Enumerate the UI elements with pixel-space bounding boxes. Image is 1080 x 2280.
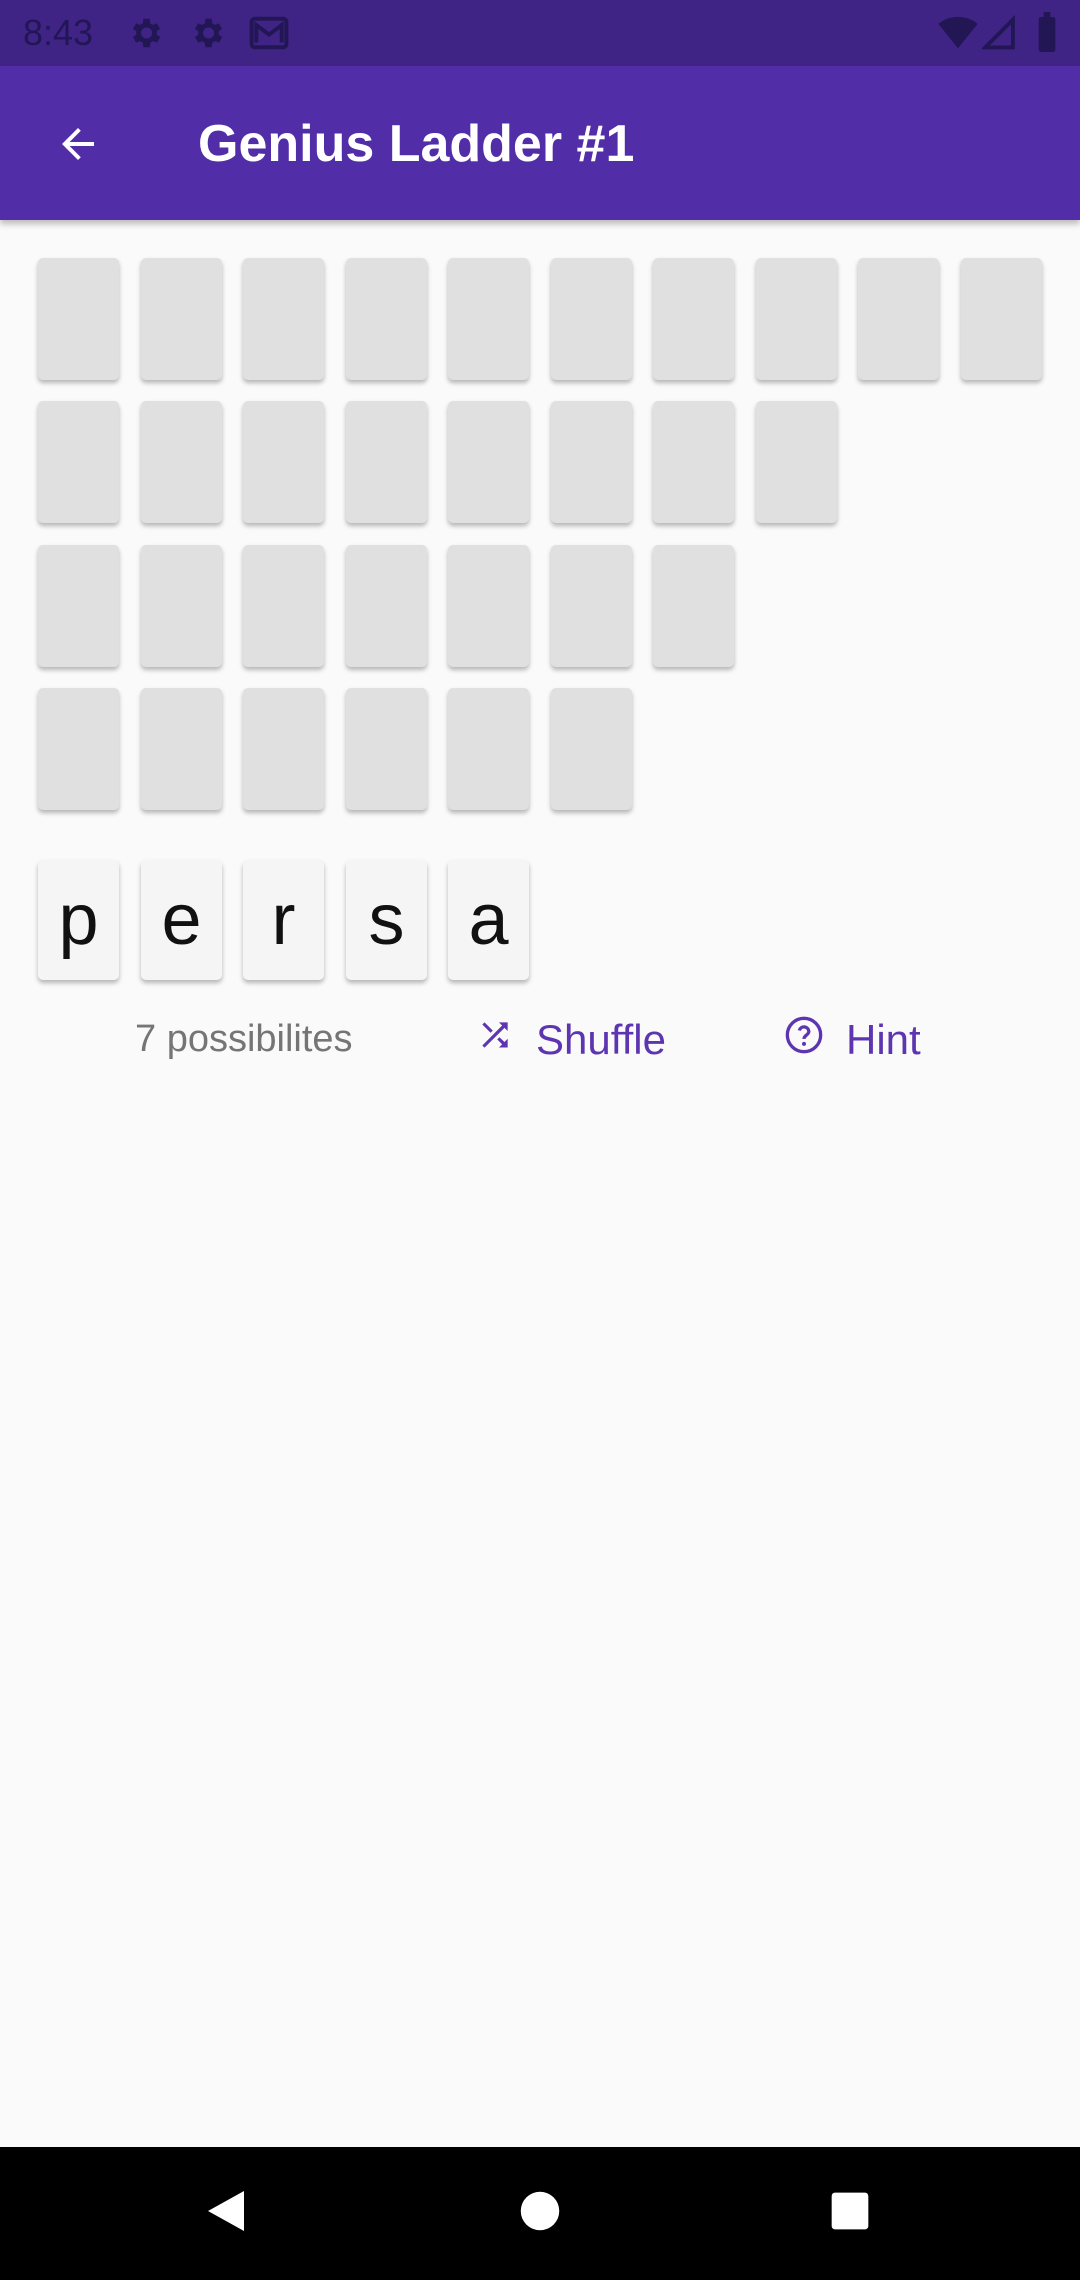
back-button[interactable]: [38, 106, 118, 186]
recents-square-icon: [830, 2191, 870, 2236]
possibilities-count: 7 possibilites: [135, 1018, 353, 1060]
back-triangle-icon: [204, 2187, 248, 2240]
empty-tile: [961, 258, 1042, 380]
signal-icon: [980, 14, 1016, 55]
wifi-icon: [938, 14, 978, 55]
system-nav-bar: [0, 2147, 1080, 2280]
arrow-back-icon: [54, 120, 102, 173]
empty-tile: [346, 258, 427, 380]
shuffle-label: Shuffle: [536, 1016, 666, 1063]
empty-tile: [38, 688, 119, 810]
status-bar: 8:43: [0, 0, 1080, 66]
app-bar: Genius Ladder #1: [0, 66, 1080, 220]
nav-home-button[interactable]: [460, 2147, 620, 2280]
empty-tile: [38, 258, 119, 380]
help-circle-icon: [784, 1015, 846, 1065]
empty-tile: [243, 688, 324, 810]
empty-tile: [141, 401, 222, 523]
empty-tile: [141, 545, 222, 667]
empty-tile: [141, 258, 222, 380]
gear-icon: [188, 14, 226, 57]
empty-tile: [551, 688, 632, 810]
hint-label: Hint: [846, 1016, 921, 1063]
empty-tile: [858, 258, 939, 380]
empty-tile: [653, 258, 734, 380]
letter-tile-r[interactable]: r: [243, 860, 324, 980]
letter-tile-p[interactable]: p: [38, 860, 119, 980]
gear-icon: [126, 14, 164, 57]
empty-tile: [551, 545, 632, 667]
empty-tile: [653, 545, 734, 667]
shuffle-button[interactable]: Shuffle: [476, 1010, 666, 1070]
empty-tile: [551, 401, 632, 523]
empty-tile: [141, 688, 222, 810]
empty-tile: [448, 258, 529, 380]
empty-tile: [448, 688, 529, 810]
empty-tile: [653, 401, 734, 523]
letter-tile-s[interactable]: s: [346, 860, 427, 980]
battery-icon: [1036, 12, 1058, 57]
empty-tile: [346, 401, 427, 523]
empty-tile: [551, 258, 632, 380]
controls-row: 7 possibilites Shuffle Hint: [0, 1010, 1080, 1070]
letter-tile-e[interactable]: e: [141, 860, 222, 980]
empty-tile: [243, 258, 324, 380]
empty-tile: [448, 401, 529, 523]
shuffle-icon: [476, 1016, 536, 1064]
empty-tile: [756, 258, 837, 380]
empty-tile: [243, 545, 324, 667]
status-time: 8:43: [23, 12, 94, 53]
empty-tile: [243, 401, 324, 523]
empty-tile: [346, 688, 427, 810]
nav-back-button[interactable]: [146, 2147, 306, 2280]
hint-button[interactable]: Hint: [784, 1010, 921, 1070]
gmail-icon: [248, 14, 290, 57]
empty-tile: [448, 545, 529, 667]
page-title: Genius Ladder #1: [198, 115, 635, 173]
letter-tile-a[interactable]: a: [448, 860, 529, 980]
empty-tile: [38, 545, 119, 667]
empty-tile: [346, 545, 427, 667]
empty-tile: [38, 401, 119, 523]
home-circle-icon: [519, 2190, 561, 2237]
nav-recents-button[interactable]: [770, 2147, 930, 2280]
empty-tile: [756, 401, 837, 523]
